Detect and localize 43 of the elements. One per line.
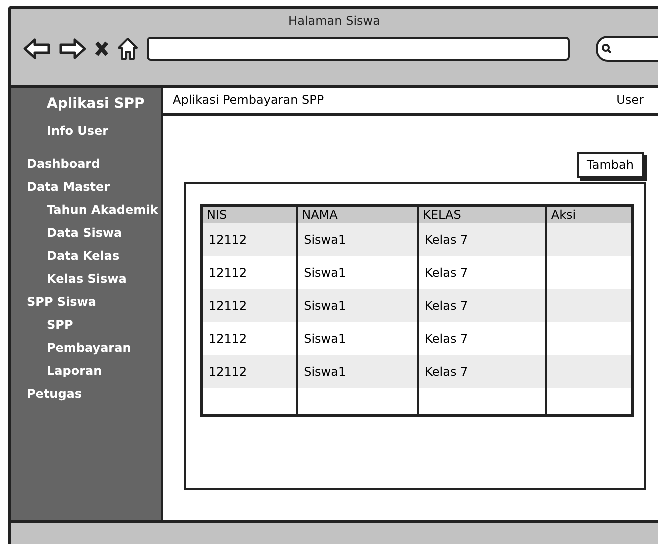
table-cell: Siswa1: [297, 289, 418, 322]
sidebar-item[interactable]: SPP Siswa: [11, 291, 161, 314]
sidebar-item[interactable]: Data Siswa: [11, 222, 161, 245]
sidebar-item[interactable]: Dashboard: [11, 153, 161, 176]
table-cell: Kelas 7: [418, 289, 546, 322]
search-icon: [602, 44, 612, 54]
column-header: NIS: [202, 206, 298, 223]
column-header: NAMA: [297, 206, 418, 223]
table-cell: Siswa1: [297, 355, 418, 388]
sidebar-item[interactable]: Pembayaran: [11, 337, 161, 360]
table-cell: Siswa1: [297, 223, 418, 256]
column-header: KELAS: [418, 206, 546, 223]
back-arrow-icon[interactable]: [23, 38, 51, 60]
home-icon[interactable]: [117, 37, 139, 61]
sidebar-item[interactable]: Data Master: [11, 176, 161, 199]
address-field[interactable]: [147, 37, 570, 61]
table-cell: Kelas 7: [418, 322, 546, 355]
column-header: Aksi: [546, 206, 632, 223]
close-icon[interactable]: [95, 41, 109, 57]
table-cell: 12112: [202, 223, 298, 256]
table-cell: Siswa1: [297, 256, 418, 289]
table-cell: 12112: [202, 256, 298, 289]
sidebar-title: Aplikasi SPP: [46, 96, 146, 112]
table-cell: Kelas 7: [418, 256, 546, 289]
sidebar-item[interactable]: Laporan: [11, 360, 161, 383]
sidebar-item[interactable]: Kelas Siswa: [11, 268, 161, 291]
sidebar-item[interactable]: Data Kelas: [11, 245, 161, 268]
table-cell: Siswa1: [297, 322, 418, 355]
table-cell: 12112: [202, 289, 298, 322]
add-button[interactable]: Tambah: [577, 152, 644, 178]
app-title: Aplikasi Pembayaran SPP: [173, 93, 324, 107]
sidebar-item[interactable]: Tahun Akademik: [11, 199, 161, 222]
table-cell: 12112: [202, 322, 298, 355]
forward-arrow-icon[interactable]: [59, 38, 87, 60]
user-info-link[interactable]: Info User: [11, 124, 161, 138]
table-cell: 12112: [202, 355, 298, 388]
sidebar-item[interactable]: Petugas: [11, 383, 161, 406]
user-label: User: [616, 93, 644, 107]
table-cell: Kelas 7: [418, 223, 546, 256]
sidebar-item[interactable]: SPP: [11, 314, 161, 337]
table-cell: Kelas 7: [418, 355, 546, 388]
window-title: Halaman Siswa: [288, 13, 382, 28]
search-field[interactable]: [596, 36, 658, 62]
